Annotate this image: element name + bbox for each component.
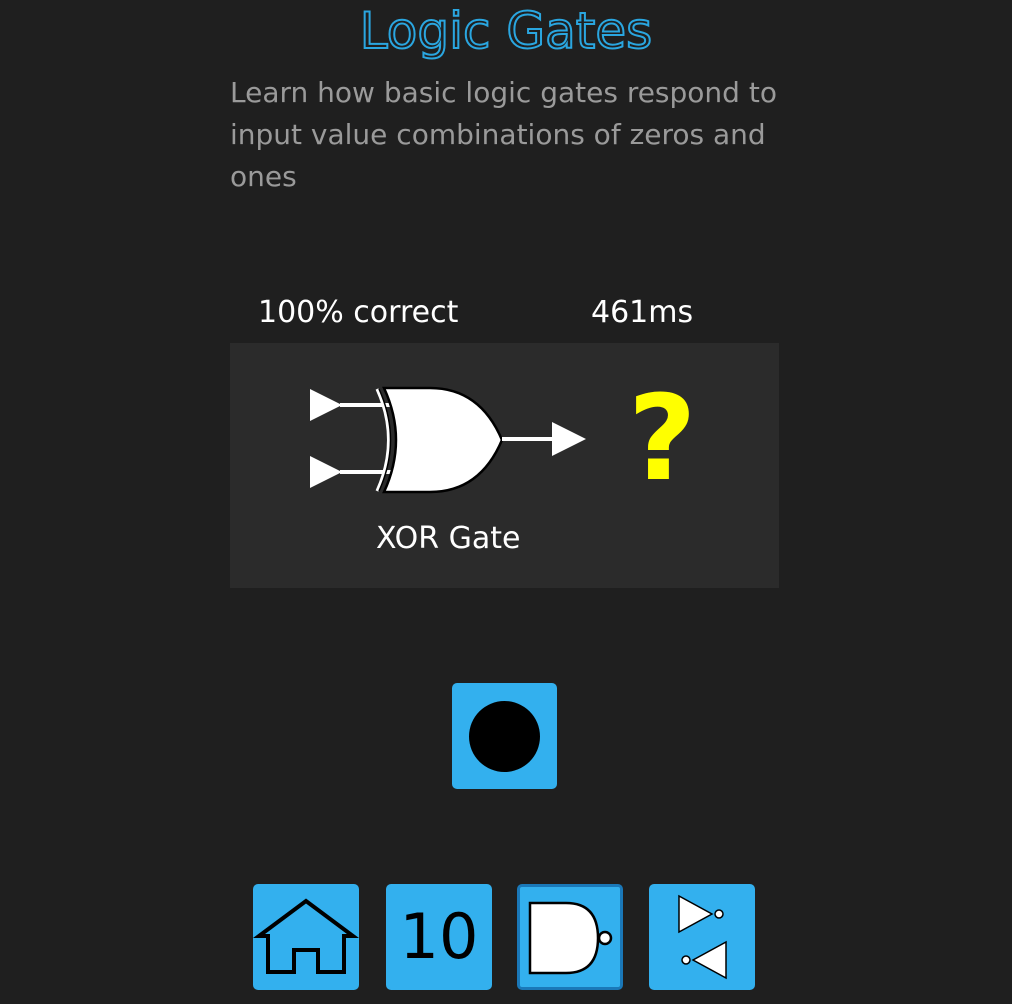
- not-gates-icon: [678, 894, 727, 980]
- input-dot-icon: [469, 701, 540, 772]
- input-toggle-button[interactable]: [452, 683, 557, 789]
- nand-gate-icon: [528, 901, 613, 975]
- not-gates-button[interactable]: [649, 884, 755, 990]
- page-description: Learn how basic logic gates respond to i…: [230, 76, 777, 193]
- output-arrow: [502, 422, 586, 456]
- output-value: ?: [628, 369, 697, 507]
- question-count: 10: [399, 900, 479, 973]
- score-correct: 100% correct: [258, 295, 459, 330]
- response-time: 461ms: [591, 295, 694, 330]
- gate-select-button[interactable]: [517, 884, 623, 990]
- question-count-button[interactable]: 10: [386, 884, 492, 990]
- home-button[interactable]: [253, 884, 359, 990]
- gate-name: XOR Gate: [376, 521, 521, 556]
- page-title: Logic Gates: [359, 1, 653, 61]
- gate-panel: ? XOR Gate: [230, 343, 779, 588]
- home-icon: [253, 898, 359, 974]
